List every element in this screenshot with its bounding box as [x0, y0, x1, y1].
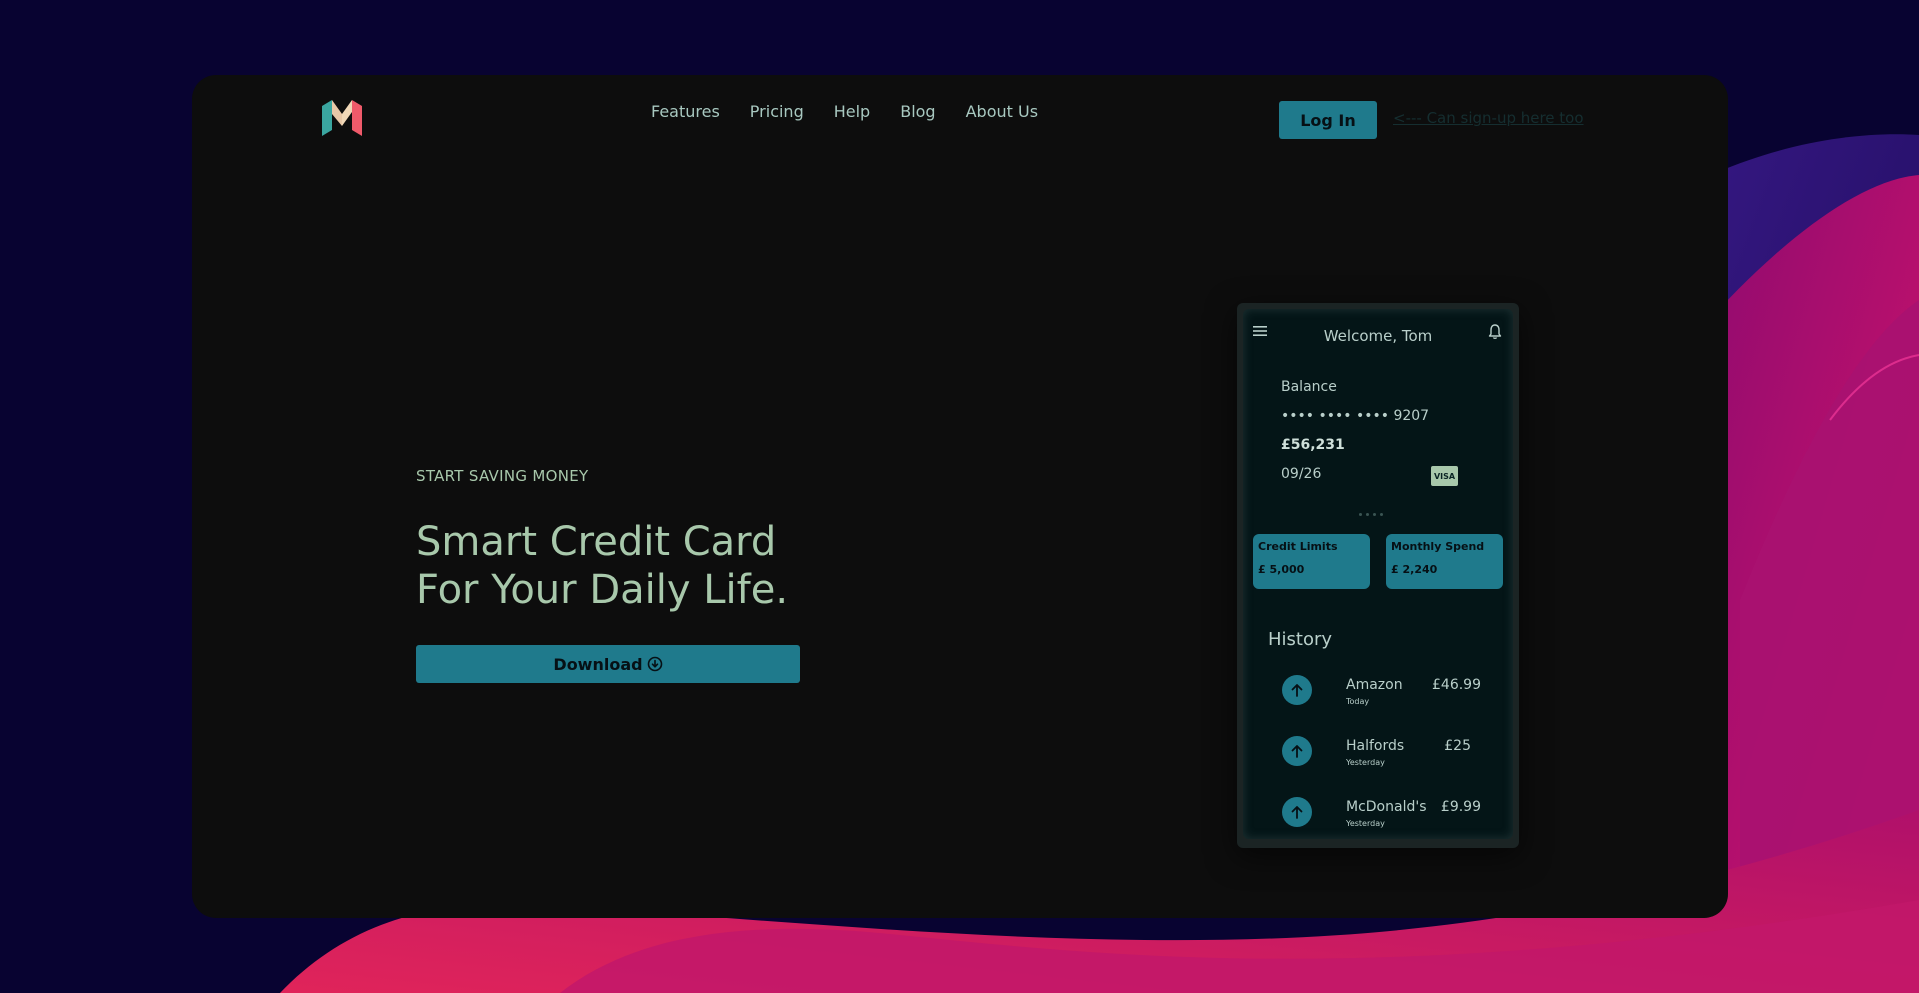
- signup-link[interactable]: <--- Can sign-up here too: [1393, 109, 1584, 127]
- visa-badge: VISA: [1431, 466, 1458, 486]
- history-merchant: Amazon: [1346, 677, 1403, 693]
- nav-link-pricing[interactable]: Pricing: [750, 102, 804, 121]
- login-button[interactable]: Log In: [1279, 101, 1377, 139]
- nav-link-help[interactable]: Help: [834, 102, 870, 121]
- balance-amount: £56,231: [1281, 437, 1345, 453]
- history-date: Yesterday: [1346, 758, 1385, 767]
- m-logo-icon[interactable]: [322, 100, 362, 136]
- history-date: Today: [1346, 697, 1370, 706]
- nav-link-blog[interactable]: Blog: [900, 102, 935, 121]
- phone-screen: Welcome, Tom Balance •••• •••• •••• 9207…: [1243, 309, 1513, 839]
- main-nav: Features Pricing Help Blog About Us: [651, 102, 1038, 121]
- history-item[interactable]: Halfords Yesterday £25: [1243, 736, 1513, 786]
- welcome-text: Welcome, Tom: [1323, 327, 1433, 345]
- phone-mockup: Welcome, Tom Balance •••• •••• •••• 9207…: [1237, 303, 1519, 848]
- download-label: Download: [553, 654, 643, 674]
- card-number: •••• •••• •••• 9207: [1281, 408, 1430, 424]
- main-frame: Features Pricing Help Blog About Us Log …: [192, 75, 1728, 918]
- history-item[interactable]: Amazon Today £46.99: [1243, 675, 1513, 725]
- history-date: Yesterday: [1346, 819, 1385, 828]
- hero-eyebrow: START SAVING MONEY: [416, 467, 589, 485]
- bell-icon[interactable]: [1487, 323, 1503, 341]
- hero-headline: Smart Credit Card For Your Daily Life.: [416, 518, 788, 614]
- balance-label: Balance: [1281, 379, 1337, 395]
- credit-limits-card[interactable]: Credit Limits £ 5,000: [1253, 534, 1370, 589]
- history-amount: £25: [1444, 738, 1471, 754]
- arrow-up-icon: [1282, 797, 1312, 827]
- card-expiry: 09/26: [1281, 466, 1322, 482]
- download-circle-icon: [647, 656, 662, 672]
- credit-limits-label: Credit Limits: [1258, 540, 1338, 553]
- headline-line-2: For Your Daily Life.: [416, 567, 789, 613]
- monthly-spend-label: Monthly Spend: [1391, 540, 1485, 553]
- arrow-up-icon: [1282, 675, 1312, 705]
- history-merchant: McDonald's: [1346, 799, 1427, 815]
- download-button[interactable]: Download: [416, 645, 800, 683]
- history-amount: £9.99: [1440, 799, 1481, 815]
- nav-link-about-us[interactable]: About Us: [966, 102, 1038, 121]
- nav-link-features[interactable]: Features: [651, 102, 720, 121]
- history-title: History: [1268, 629, 1333, 650]
- monthly-spend-value: £ 2,240: [1391, 563, 1438, 576]
- history-item[interactable]: McDonald's Yesterday £9.99: [1243, 797, 1513, 839]
- monthly-spend-card[interactable]: Monthly Spend £ 2,240: [1386, 534, 1503, 589]
- credit-limits-value: £ 5,000: [1258, 563, 1305, 576]
- headline-line-1: Smart Credit Card: [416, 519, 777, 565]
- arrow-up-icon: [1282, 736, 1312, 766]
- carousel-dots[interactable]: [1359, 513, 1383, 516]
- history-amount: £46.99: [1432, 677, 1481, 693]
- history-merchant: Halfords: [1346, 738, 1405, 754]
